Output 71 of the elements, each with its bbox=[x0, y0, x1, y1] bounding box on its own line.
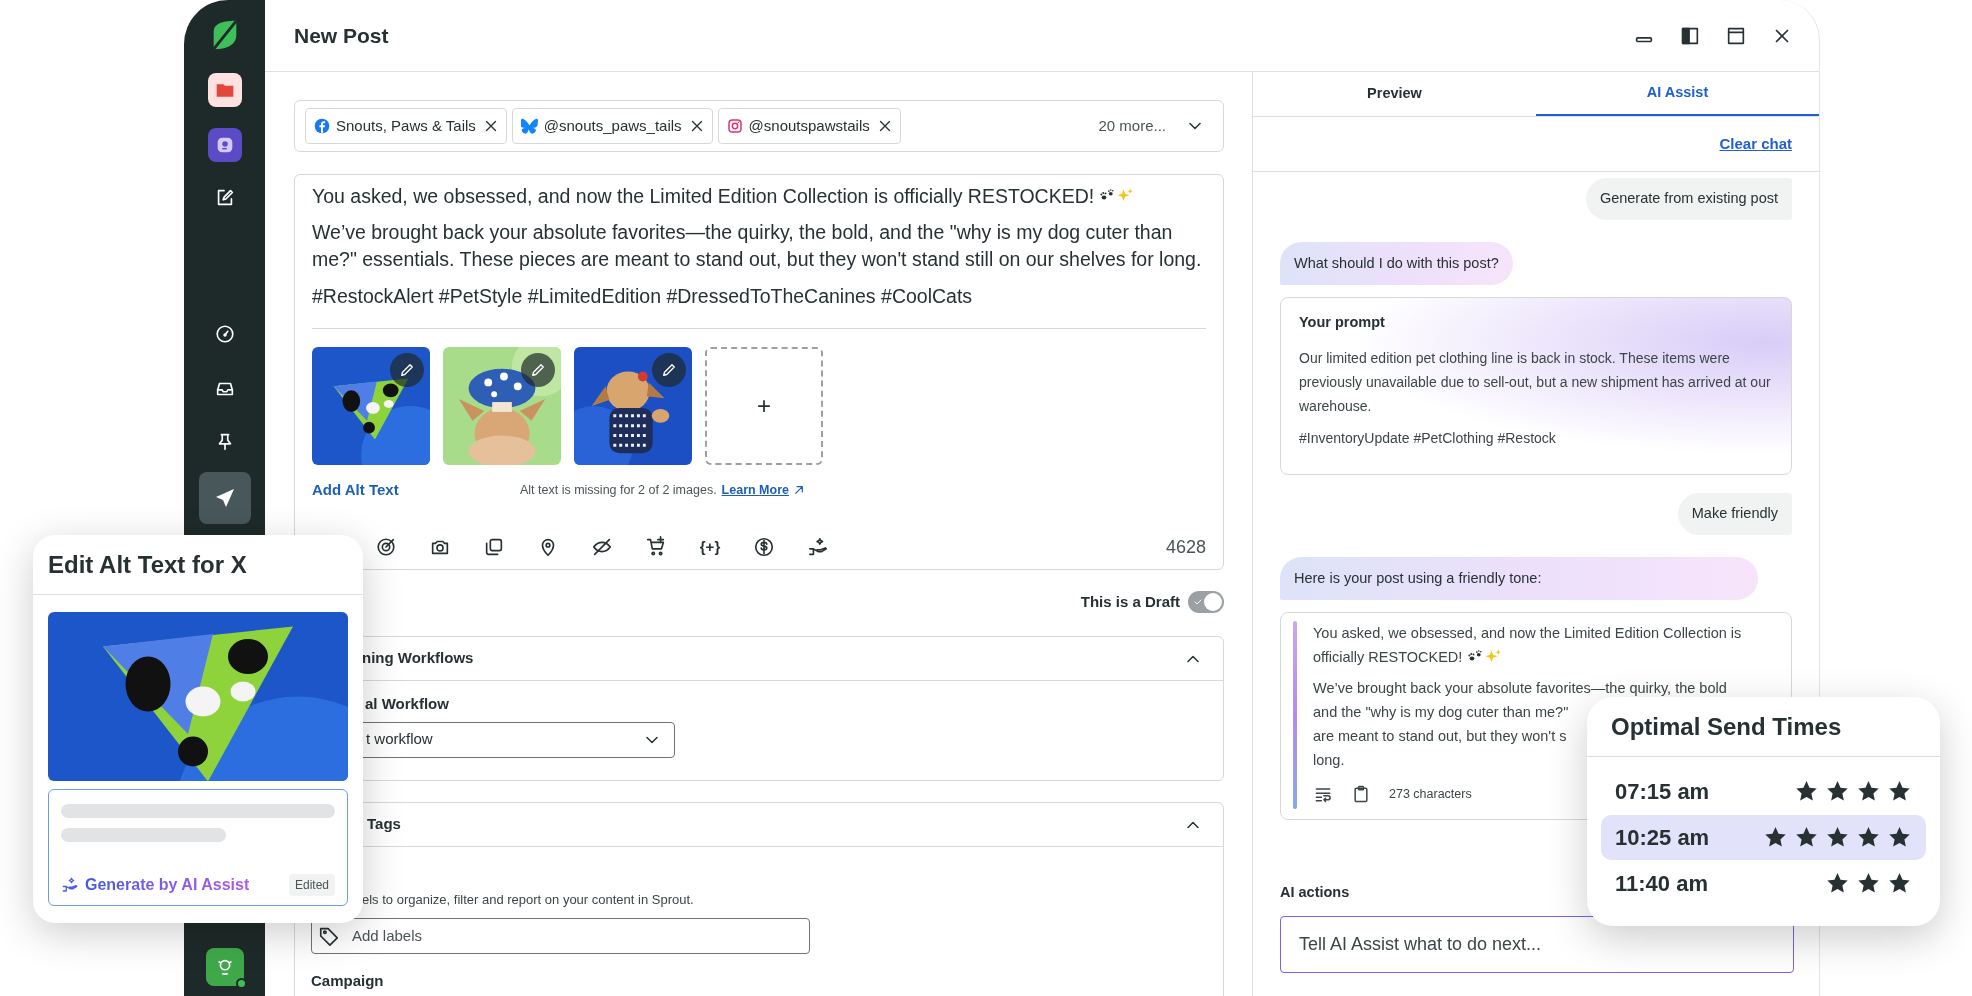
add-alt-text-link[interactable]: Add Alt Text bbox=[312, 478, 520, 502]
prompt-text: Our limited edition pet clothing line is back in stock. These items were previously unavailable due to sell-out, but a new shipment has arrived at our warehouse. bbox=[1299, 348, 1772, 416]
section-title: Tags bbox=[367, 814, 401, 835]
send-time: 07:15 am bbox=[1615, 778, 1710, 806]
field-label: al Workflow bbox=[364, 694, 450, 714]
send-time-row[interactable]: 07:15 am bbox=[1601, 769, 1926, 814]
send-time: 10:25 am bbox=[1615, 824, 1710, 852]
user-message: Generate from existing post bbox=[1585, 178, 1792, 220]
more-accounts[interactable]: 20 more... bbox=[1098, 114, 1166, 138]
copy-icon[interactable] bbox=[483, 536, 505, 558]
target-icon[interactable] bbox=[375, 536, 397, 558]
prompt-text: #InventoryUpdate #PetClothing #Restock bbox=[1299, 428, 1557, 448]
clear-chat-link[interactable]: Clear chat bbox=[1719, 132, 1792, 156]
dialog-title: Edit Alt Text for X bbox=[48, 549, 247, 580]
card-title: Optimal Send Times bbox=[1611, 711, 1842, 742]
result-text: and the "why is my dog cuter than me?" bbox=[1313, 703, 1569, 722]
panel-tab[interactable]: AI Assist bbox=[1536, 72, 1819, 116]
alt-text-warning: Alt text is missing for 2 of 2 images. bbox=[520, 481, 717, 499]
draft-label: This is a Draft bbox=[1080, 591, 1180, 612]
facebook-icon bbox=[314, 118, 330, 134]
clipboard-icon[interactable] bbox=[1351, 784, 1371, 804]
result-text: You asked, we obsessed, and now the Limited Edition Collection is bbox=[1313, 624, 1742, 643]
send-time-row[interactable]: 11:40 am bbox=[1601, 861, 1926, 906]
user-message: Make friendly bbox=[1677, 493, 1792, 535]
tags-hint: els to organize, filter and report on your content in Sprout. bbox=[361, 891, 695, 909]
add-media-button[interactable]: + bbox=[705, 347, 823, 465]
sidebar-item[interactable] bbox=[198, 472, 251, 524]
gauge-icon bbox=[213, 323, 236, 345]
campaign-label: Campaign bbox=[311, 970, 385, 991]
account-selector[interactable]: Snouts, Paws & Tails @snouts_paws_tails @snoutspawstails 20 more... bbox=[294, 100, 1224, 152]
result-text: officially RESTOCKED! bbox=[1313, 648, 1463, 667]
sidebar-item[interactable] bbox=[207, 128, 242, 162]
post-text: You asked, we obsessed, and now the Limited Edition Collection is officially RESTOCKED! bbox=[312, 185, 1095, 207]
result-text: long. bbox=[1313, 751, 1345, 770]
window-title: New Post bbox=[294, 22, 389, 49]
prompt-title: Your prompt bbox=[1299, 313, 1386, 332]
post-text: #RestockAlert #PetStyle #LimitedEdition #DressedToTheCanines #CoolCats bbox=[312, 284, 974, 309]
instagram-icon bbox=[726, 118, 743, 134]
alt-text-field[interactable]: Generate by AI Assist Edited bbox=[48, 789, 348, 906]
assistant-message: What should I do with this post? bbox=[1280, 242, 1513, 285]
result-text: We’ve brought back your absolute favorites—the quirky, the bold bbox=[1313, 679, 1727, 698]
character-count: 4628 bbox=[1165, 535, 1206, 559]
ai-prompt-field[interactable]: Tell AI Assist what to do next... bbox=[1280, 915, 1794, 973]
draft-toggle[interactable] bbox=[1188, 591, 1224, 613]
panel-tab[interactable]: Preview bbox=[1253, 72, 1536, 116]
post-editor[interactable] bbox=[294, 174, 1224, 570]
learn-more-link[interactable]: Learn More bbox=[721, 480, 789, 500]
cart-plus-icon[interactable] bbox=[645, 536, 667, 558]
sidebar-item[interactable] bbox=[207, 73, 242, 107]
result-text: are meant to stand out, but they won't s bbox=[1313, 727, 1567, 746]
labels-field[interactable]: Add labels bbox=[311, 917, 810, 954]
butterfly-icon bbox=[520, 118, 538, 134]
send-time-row[interactable]: 10:25 am bbox=[1601, 815, 1926, 860]
profile-avatar[interactable] bbox=[205, 948, 244, 986]
result-character-count: 273 characters bbox=[1389, 786, 1472, 803]
account-name: @snoutspawstails bbox=[748, 115, 870, 136]
eye-slash-icon[interactable] bbox=[591, 536, 613, 558]
hand-sparkle-icon[interactable] bbox=[807, 536, 829, 558]
pencil-icon bbox=[398, 361, 416, 379]
edited-badge: Edited bbox=[288, 874, 335, 896]
account-name: Snouts, Paws & Tails bbox=[336, 115, 476, 136]
ai-actions-label: AI actions bbox=[1280, 883, 1350, 902]
assistant-message: Here is your post using a friendly tone: bbox=[1280, 557, 1758, 600]
post-text: We’ve brought back your absolute favorites—the quirky, the bold, and the "why is my dog cuter than me?" essentials. These pieces are meant to stand out, but they won't stand still on our shelves for long. bbox=[312, 220, 1203, 272]
pencil-icon bbox=[660, 361, 678, 379]
section-title: ning Workflows bbox=[362, 648, 474, 669]
dollar-icon[interactable] bbox=[753, 536, 775, 558]
send-time: 11:40 am bbox=[1615, 870, 1708, 898]
pencil-icon bbox=[529, 361, 547, 379]
account-name: @snouts_paws_tails bbox=[543, 115, 682, 136]
variables-button[interactable]: {+} bbox=[699, 535, 721, 559]
